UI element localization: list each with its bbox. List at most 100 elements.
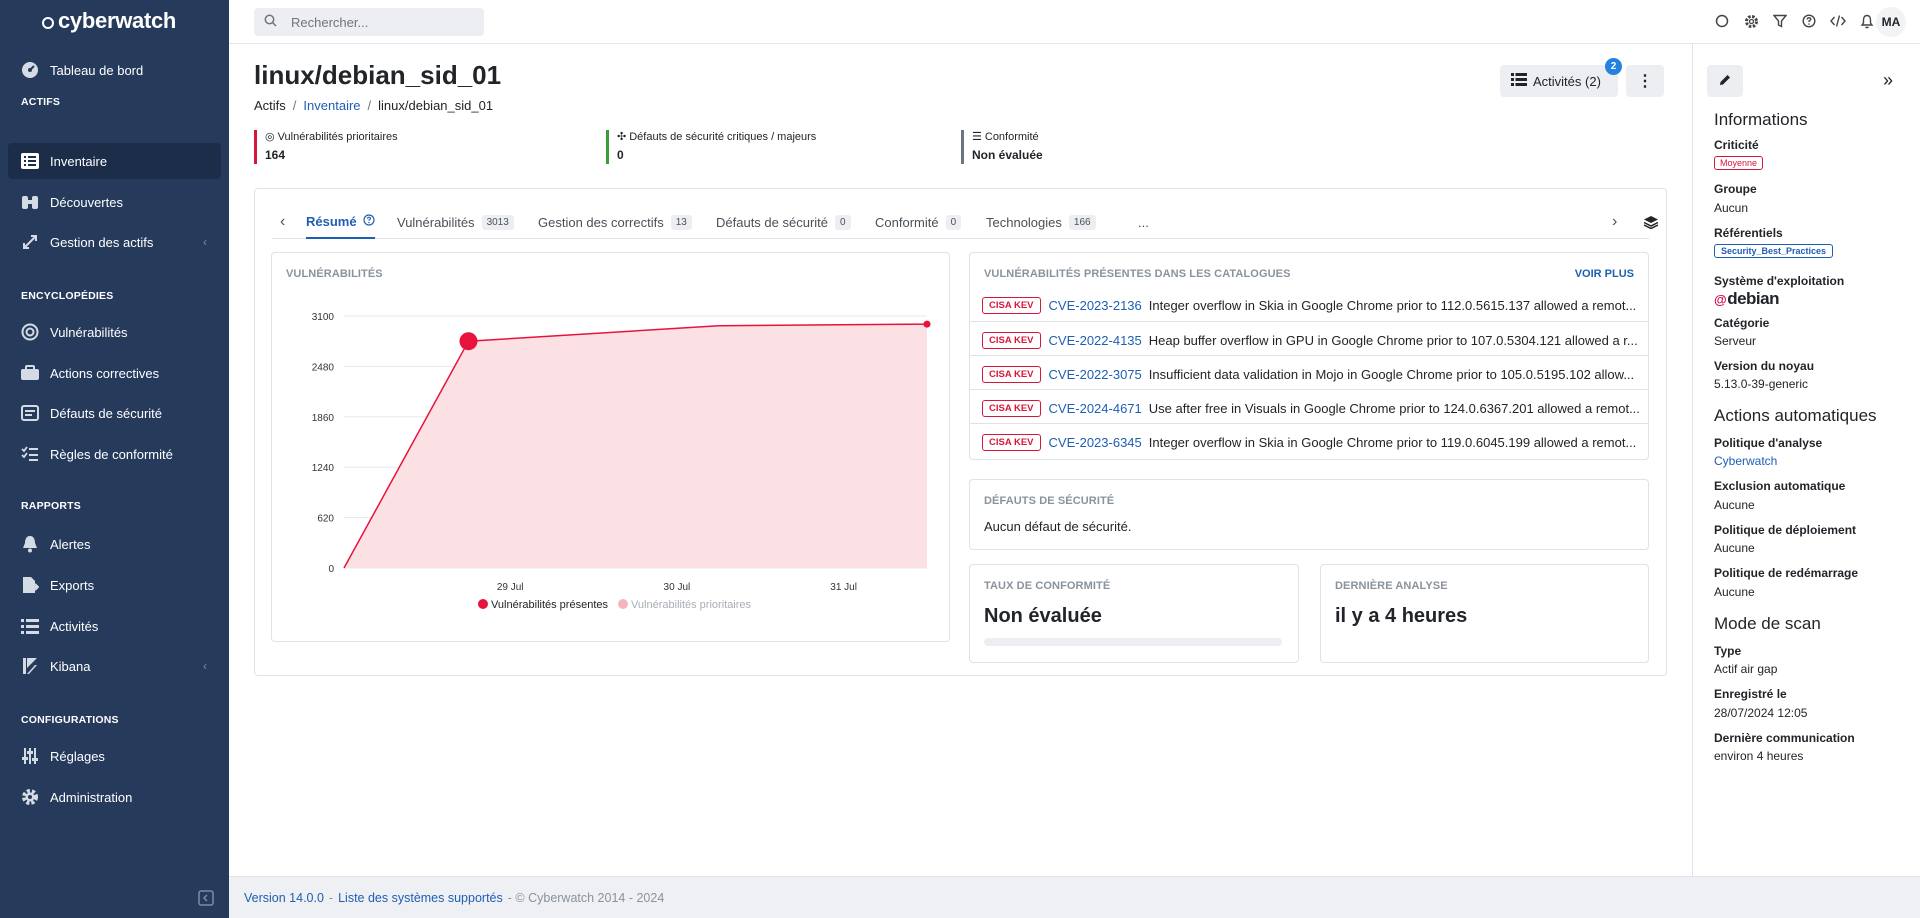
breadcrumb-separator: /: [292, 98, 297, 113]
cve-link[interactable]: CVE-2022-4135: [1049, 333, 1142, 348]
sidebar-item-inventaire[interactable]: Inventaire: [8, 143, 221, 179]
see-more-link[interactable]: VOIR PLUS: [1575, 268, 1634, 280]
noyau-label: Version du noyau: [1714, 359, 1815, 373]
activities-button[interactable]: Activités (2): [1500, 65, 1618, 97]
layers-icon[interactable]: [1643, 205, 1659, 239]
sidebar-item-kibana[interactable]: Kibana ‹: [8, 648, 221, 684]
sidebar-item-label: Administration: [50, 789, 133, 805]
breadcrumb-link[interactable]: Inventaire: [303, 98, 360, 113]
help-icon[interactable]: [1800, 12, 1818, 30]
sidebar-item-label: Alertes: [50, 536, 91, 552]
sidebar-collapse-icon[interactable]: [198, 890, 214, 906]
tab-count-badge: 3013: [481, 214, 514, 230]
sidebar-item-gestion-actifs[interactable]: Gestion des actifs ‹: [8, 224, 221, 260]
catalog-row[interactable]: CISA KEV CVE-2022-3075 Insufficient data…: [982, 364, 1642, 384]
vulnerabilities-chart-panel: VULNÉRABILITÉS 0 620 1240 1860 2480 3100 29 Ju…: [271, 252, 950, 642]
tab-label: Vulnérabilités: [397, 214, 475, 230]
bell-icon[interactable]: [1858, 12, 1876, 30]
cve-link[interactable]: CVE-2022-3075: [1049, 367, 1142, 382]
legend-marker: [478, 599, 488, 609]
exclusion-label: Exclusion automatique: [1714, 479, 1846, 493]
more-options-button[interactable]: ⋮: [1626, 65, 1664, 97]
collapse-panel-icon[interactable]: »: [1883, 70, 1903, 90]
circle-status-icon[interactable]: [1713, 12, 1731, 30]
sidebar-item-regles[interactable]: Règles de conformité: [8, 436, 221, 472]
cisa-kev-badge: CISA KEV: [982, 296, 1041, 314]
sidebar-item-vulnerabilites[interactable]: Vulnérabilités: [8, 314, 221, 350]
cve-link[interactable]: CVE-2023-6345: [1049, 435, 1142, 450]
breadcrumb: Actifs / Inventaire / linux/debian_sid_0…: [254, 98, 493, 113]
search-input[interactable]: [291, 14, 471, 30]
version-link[interactable]: Version 14.0.0: [244, 891, 324, 905]
catalog-row[interactable]: CISA KEV CVE-2024-4671 Use after free in…: [982, 398, 1642, 418]
topbar: MA: [229, 0, 1920, 44]
tab-defauts[interactable]: Défauts de sécurité 0: [716, 205, 851, 239]
stat-label-text: Conformité: [984, 130, 1039, 143]
security-defects-panel: DÉFAUTS DE SÉCURITÉ Aucun défaut de sécu…: [969, 479, 1649, 550]
activities-label: Activités (2): [1533, 73, 1601, 89]
redemarrage-label: Politique de redémarrage: [1714, 566, 1859, 580]
cve-link[interactable]: CVE-2023-2136: [1049, 298, 1142, 313]
groupe-value: Aucun: [1714, 201, 1749, 215]
sidebar-item-dashboard[interactable]: Tableau de bord: [8, 52, 221, 88]
tab-conformite[interactable]: Conformité 0: [875, 205, 962, 239]
tab-label: ...: [1138, 214, 1149, 230]
groupe-label: Groupe: [1714, 182, 1757, 196]
sidebar-item-exports[interactable]: Exports: [8, 567, 221, 603]
chevron-left-icon: ‹: [203, 659, 207, 673]
legend-marker: [618, 599, 628, 609]
sidebar-item-administration[interactable]: Administration: [8, 779, 221, 815]
supported-systems-link[interactable]: Liste des systèmes supportés: [338, 891, 503, 905]
sidebar-item-actions-correctives[interactable]: Actions correctives: [8, 355, 221, 391]
search-box[interactable]: [254, 8, 484, 36]
exclusion-value: Aucune: [1714, 498, 1755, 512]
sidebar-item-alertes[interactable]: Alertes: [8, 526, 221, 562]
catalog-row[interactable]: CISA KEV CVE-2022-4135 Heap buffer overf…: [982, 330, 1642, 350]
catalog-row[interactable]: CISA KEV CVE-2023-2136 Integer overflow …: [982, 295, 1642, 315]
binoculars-icon: [20, 192, 40, 212]
list-icon: [1511, 73, 1527, 89]
type-label: Type: [1714, 644, 1742, 658]
os-value: @ debian: [1714, 289, 1779, 309]
sidebar-item-decouvertes[interactable]: Découvertes: [8, 184, 221, 220]
file-export-icon: [20, 575, 40, 595]
avatar[interactable]: MA: [1876, 7, 1906, 37]
referentiel-badge[interactable]: Security_Best_Practices: [1714, 244, 1834, 258]
gear-icon[interactable]: [1742, 12, 1760, 30]
tab-technologies[interactable]: Technologies 166: [986, 205, 1096, 239]
edit-button[interactable]: [1707, 65, 1743, 97]
cisa-kev-badge: CISA KEV: [982, 399, 1041, 417]
tab-label: Conformité: [875, 214, 939, 230]
catalog-row[interactable]: CISA KEV CVE-2023-6345 Integer overflow …: [982, 432, 1642, 452]
code-icon[interactable]: [1829, 12, 1847, 30]
analyse-value[interactable]: Cyberwatch: [1714, 454, 1777, 468]
sidebar-item-activites[interactable]: Activités: [8, 608, 221, 644]
enregistre-label: Enregistré le: [1714, 687, 1787, 701]
cve-link[interactable]: CVE-2024-4671: [1049, 401, 1142, 416]
stat-compliance[interactable]: ☰ Conformité Non évaluée: [961, 130, 1043, 164]
main-content: linux/debian_sid_01 Actifs / Inventaire …: [229, 44, 1692, 876]
tab-gestion-correctifs[interactable]: Gestion des correctifs 13: [538, 205, 692, 239]
sidebar-item-reglages[interactable]: Réglages: [8, 738, 221, 774]
os-name: debian: [1727, 289, 1779, 308]
expand-arrows-icon: [20, 232, 40, 252]
tab-vulnerabilites[interactable]: Vulnérabilités 3013: [397, 205, 514, 239]
data-point: [923, 320, 931, 328]
tab-resume[interactable]: Résumé: [306, 205, 375, 239]
y-tick-label: 3100: [312, 312, 335, 323]
filter-icon[interactable]: [1771, 12, 1789, 30]
sidebar-item-defauts[interactable]: Défauts de sécurité: [8, 395, 221, 431]
checklist-icon: [20, 444, 40, 464]
help-icon: [362, 213, 375, 229]
tab-scroll-left-icon[interactable]: ‹: [280, 205, 285, 239]
stat-priority-vulns[interactable]: ◎ Vulnérabilités prioritaires 164: [254, 130, 398, 164]
stat-label-text: Défauts de sécurité critiques / majeurs: [629, 130, 817, 143]
section-configurations: CONFIGURATIONS: [21, 714, 119, 726]
brand-name: cyberwatch: [58, 8, 177, 33]
tab-scroll-right-icon[interactable]: ›: [1612, 205, 1617, 239]
breadcrumb-separator: /: [367, 98, 372, 113]
stat-security-defects[interactable]: ✣ Défauts de sécurité critiques / majeurs…: [606, 130, 816, 164]
tab-more[interactable]: ...: [1138, 205, 1149, 239]
app-logo[interactable]: cyberwatch: [0, 0, 229, 42]
shield-list-icon: [20, 403, 40, 423]
